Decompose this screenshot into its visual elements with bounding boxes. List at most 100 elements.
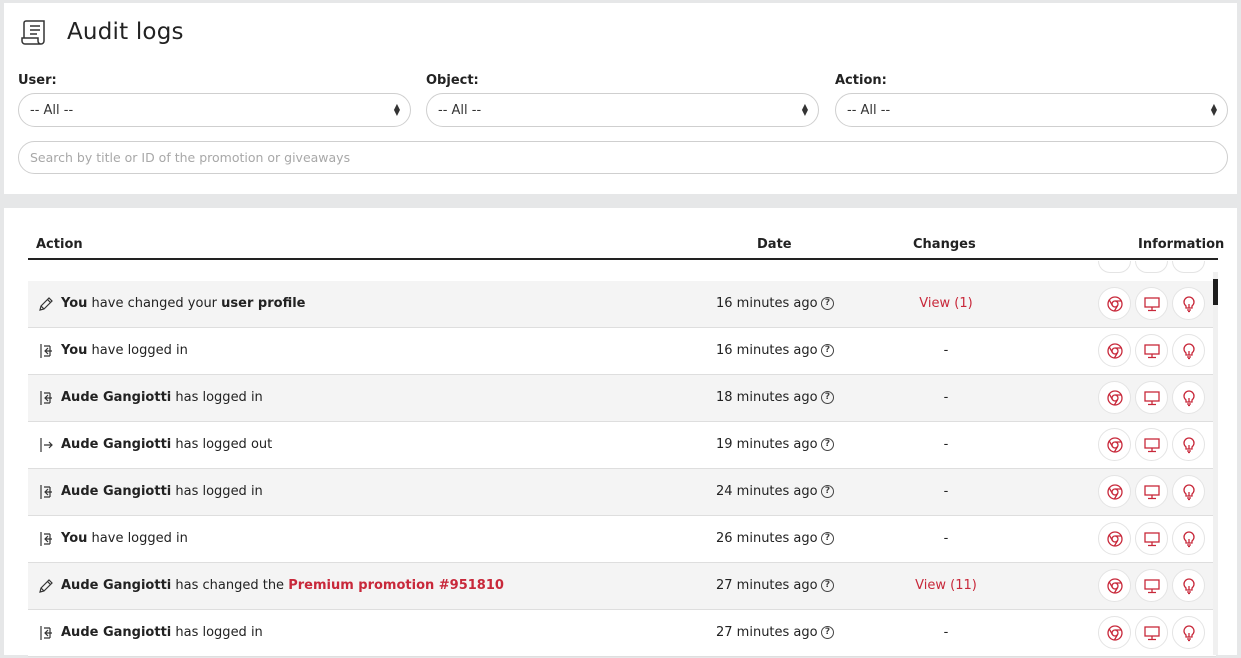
search-placeholder: Search by title or ID of the promotion o… [30, 150, 351, 165]
action-phrase: has logged in [171, 484, 263, 499]
chrome-icon[interactable] [1098, 616, 1131, 649]
search-input[interactable]: Search by title or ID of the promotion o… [18, 141, 1228, 174]
logout-icon [37, 436, 55, 454]
pencil-icon [37, 577, 55, 595]
actor-name: user profile [221, 296, 306, 311]
action-select[interactable]: -- All -- ▲ ▼ [835, 93, 1228, 127]
lightbulb-icon[interactable] [1172, 334, 1205, 367]
lightbulb-icon[interactable] [1172, 287, 1205, 320]
action-phrase: has changed the [171, 578, 289, 593]
help-icon[interactable]: ? [821, 438, 834, 451]
select-arrows-icon: ▲ ▼ [801, 102, 808, 117]
action-phrase: has logged out [171, 437, 273, 452]
desktop-icon[interactable] [1135, 569, 1168, 602]
actor-name: You [61, 296, 88, 311]
header-date: Date [757, 237, 792, 252]
help-icon[interactable]: ? [821, 344, 834, 357]
scrollbar-thumb[interactable] [1213, 279, 1218, 305]
lightbulb-icon[interactable] [1172, 569, 1205, 602]
chrome-icon[interactable] [1098, 522, 1131, 555]
action-text: Aude Gangiotti has logged in [61, 390, 263, 405]
no-changes: - [943, 484, 949, 499]
object-select-value: -- All -- [438, 102, 482, 118]
row-date: 27 minutes ago [716, 625, 818, 640]
action-filter: Action: -- All -- ▲ ▼ [835, 73, 1228, 127]
table-header: Action Date Changes Information [28, 237, 1224, 260]
action-phrase: has logged in [171, 625, 263, 640]
login-icon [37, 483, 55, 501]
lightbulb-icon[interactable] [1172, 428, 1205, 461]
row-date: 19 minutes ago [716, 437, 818, 452]
login-icon [37, 342, 55, 360]
table-row: Aude Gangiotti has logged in 24 minutes a… [28, 469, 1216, 516]
page-header: Audit logs [20, 17, 184, 47]
desktop-icon[interactable] [1135, 475, 1168, 508]
user-select-value: -- All -- [30, 102, 74, 118]
user-select[interactable]: -- All -- ▲ ▼ [18, 93, 411, 127]
help-icon[interactable]: ? [821, 485, 834, 498]
action-text: Aude Gangiotti has logged in [61, 484, 263, 499]
actor-name: Aude Gangiotti [61, 437, 172, 452]
action-phrase: have logged in [87, 343, 188, 358]
chrome-icon[interactable] [1098, 569, 1131, 602]
select-arrows-icon: ▲ ▼ [1210, 102, 1217, 117]
info-buttons [1098, 475, 1209, 508]
object-link[interactable]: Premium promotion #951810 [288, 578, 504, 593]
chrome-icon[interactable] [1098, 475, 1131, 508]
lightbulb-icon[interactable] [1172, 381, 1205, 414]
login-icon [37, 389, 55, 407]
help-icon[interactable]: ? [821, 626, 834, 639]
table-row: Aude Gangiotti has logged out 19 minutes … [28, 422, 1216, 469]
view-changes-link[interactable]: View (11) [896, 578, 996, 593]
view-changes-link[interactable]: View (1) [896, 296, 996, 311]
table-row: Aude Gangiotti has logged in 27 minutes a… [28, 610, 1216, 657]
desktop-icon[interactable] [1135, 522, 1168, 555]
desktop-icon[interactable] [1135, 381, 1168, 414]
info-buttons [1098, 522, 1209, 555]
help-icon[interactable]: ? [821, 297, 834, 310]
actor-name: Aude Gangiotti [61, 484, 172, 499]
table-row: You have logged in 16 minutes ago? - [28, 328, 1216, 375]
action-phrase: has logged in [171, 390, 263, 405]
table-row: You have changed your user profile 16 min… [28, 281, 1216, 328]
chrome-icon[interactable] [1098, 428, 1131, 461]
table-body: You have changed your user profile 16 min… [28, 261, 1216, 658]
row-date: 27 minutes ago [716, 578, 818, 593]
object-filter-label: Object: [426, 73, 479, 88]
actor-name: You [61, 343, 88, 358]
action-filter-label: Action: [835, 73, 887, 88]
row-date: 26 minutes ago [716, 531, 818, 546]
action-text: Aude Gangiotti has logged in [61, 625, 263, 640]
info-buttons [1098, 381, 1209, 414]
no-changes: - [943, 390, 949, 405]
login-icon [37, 530, 55, 548]
help-icon[interactable]: ? [821, 579, 834, 592]
action-phrase: have logged in [87, 531, 188, 546]
object-select[interactable]: -- All -- ▲ ▼ [426, 93, 819, 127]
no-changes: - [943, 531, 949, 546]
chrome-icon[interactable] [1098, 287, 1131, 320]
scrollbar-track[interactable] [1213, 272, 1218, 655]
lightbulb-icon[interactable] [1172, 522, 1205, 555]
action-text: You have logged in [61, 343, 188, 358]
actor-name: Aude Gangiotti [61, 625, 172, 640]
desktop-icon[interactable] [1135, 334, 1168, 367]
lightbulb-icon[interactable] [1172, 475, 1205, 508]
row-date: 24 minutes ago [716, 484, 818, 499]
info-buttons [1098, 334, 1209, 367]
help-icon[interactable]: ? [821, 532, 834, 545]
help-icon[interactable]: ? [821, 391, 834, 404]
action-select-value: -- All -- [847, 102, 891, 118]
chrome-icon[interactable] [1098, 381, 1131, 414]
login-icon [37, 624, 55, 642]
chrome-icon[interactable] [1098, 334, 1131, 367]
action-phrase: have changed your [87, 296, 222, 311]
select-arrows-icon: ▲ ▼ [393, 102, 400, 117]
desktop-icon[interactable] [1135, 616, 1168, 649]
header-information: Information [1138, 237, 1225, 252]
lightbulb-icon[interactable] [1172, 616, 1205, 649]
table-row: Aude Gangiotti has changed the Premium p… [28, 563, 1216, 610]
desktop-icon[interactable] [1135, 428, 1168, 461]
desktop-icon[interactable] [1135, 287, 1168, 320]
user-filter-label: User: [18, 73, 57, 88]
